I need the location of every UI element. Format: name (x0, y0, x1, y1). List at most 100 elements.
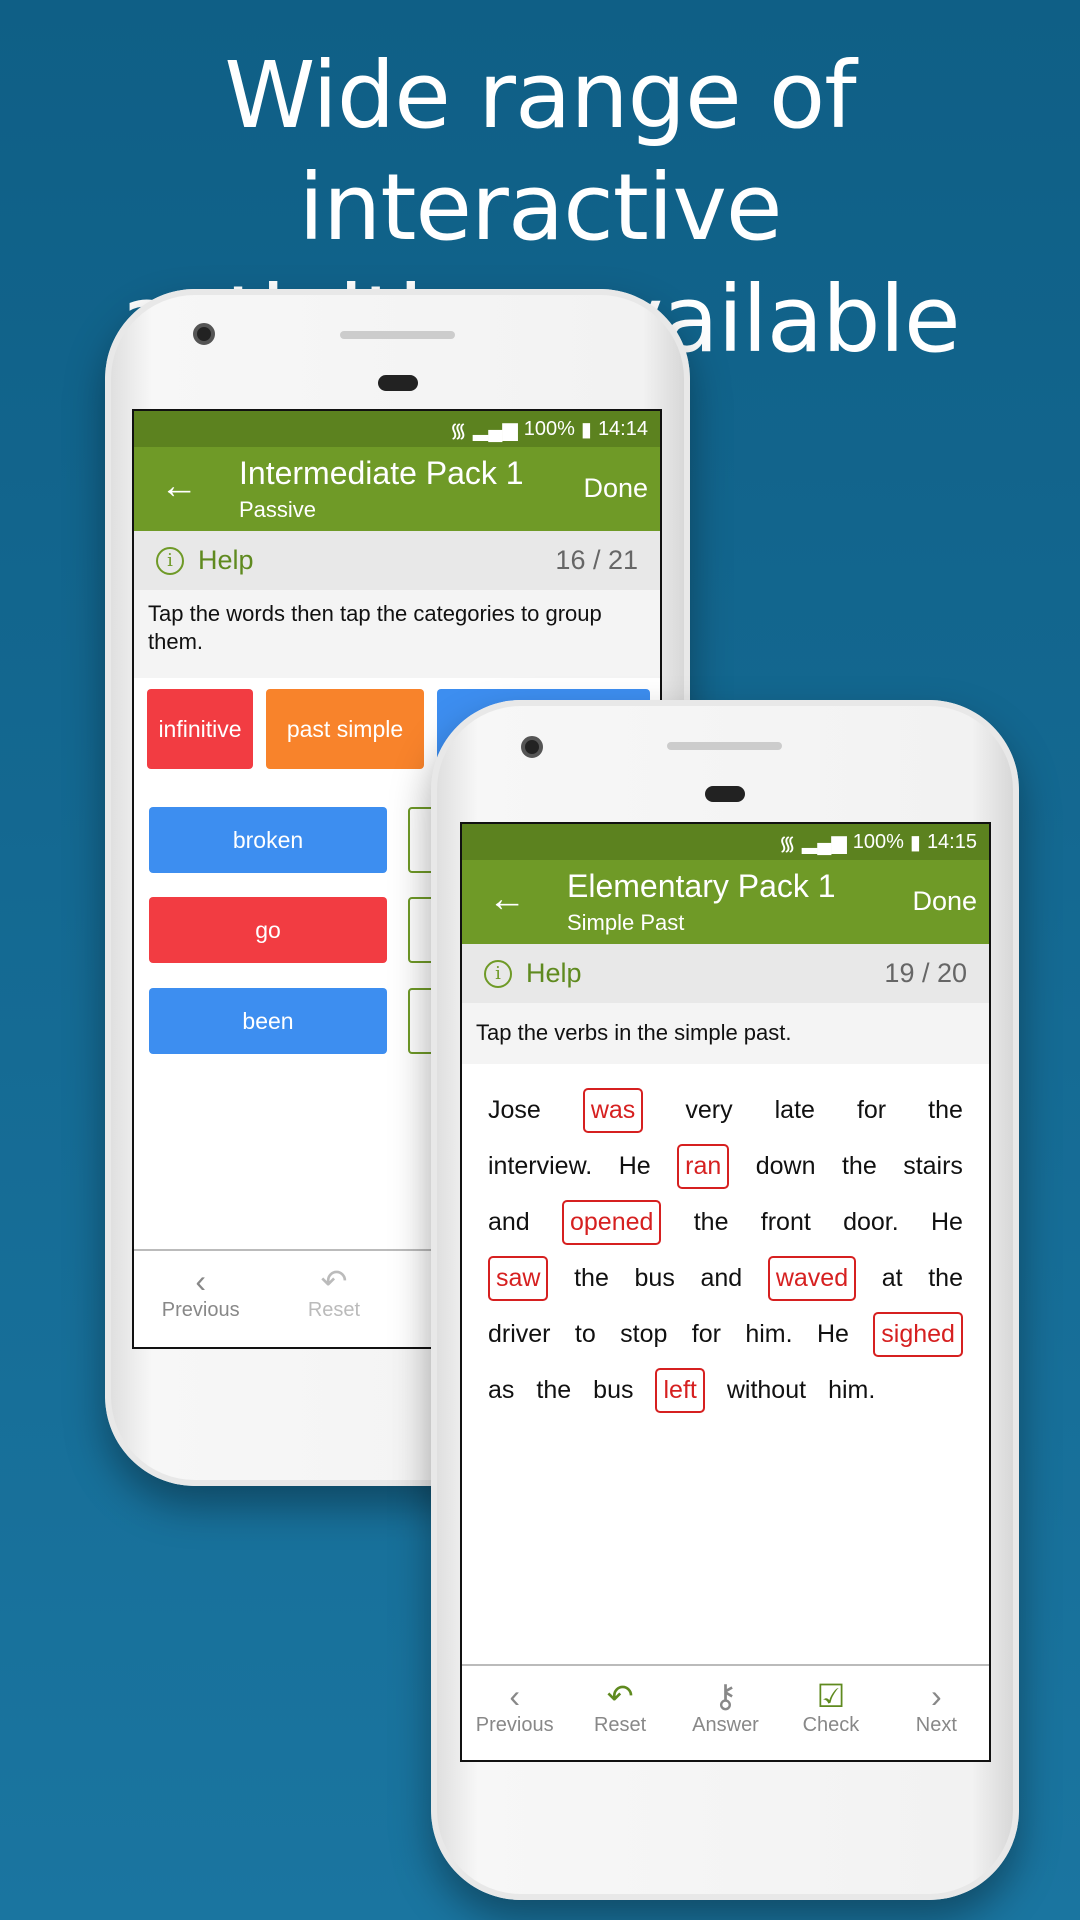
done-button[interactable]: Done (912, 886, 977, 917)
nav-label: Next (915, 1714, 957, 1736)
nav-label: Reset (307, 1299, 361, 1321)
nav-label: Previous (161, 1299, 240, 1321)
word[interactable]: to (575, 1320, 596, 1349)
page-subtitle: Simple Past (567, 910, 685, 935)
nav-check[interactable]: ☑ Check (778, 1666, 883, 1760)
word[interactable]: as (488, 1376, 514, 1405)
info-icon[interactable]: i (484, 959, 512, 988)
category-button[interactable]: past simple (266, 689, 424, 769)
key-icon: ⚷ (713, 1678, 738, 1714)
help-button[interactable]: Help (526, 958, 582, 989)
info-icon[interactable]: i (156, 546, 184, 575)
word[interactable]: He (817, 1320, 849, 1349)
word[interactable]: stop (620, 1320, 667, 1349)
word[interactable]: him. (745, 1320, 792, 1349)
word[interactable]: interview. (488, 1152, 592, 1181)
progress-counter: 19 / 20 (884, 958, 967, 988)
signal-icon: ▂▄▆ (472, 418, 518, 441)
nav-reset[interactable]: ↶ Reset (267, 1251, 400, 1347)
passage-line: interview. He ran down the stairs (488, 1138, 963, 1194)
nav-next[interactable]: › Next (884, 1666, 989, 1760)
help-button[interactable]: Help (198, 545, 254, 576)
clock: 14:14 (597, 417, 648, 440)
selected-word[interactable]: left (655, 1367, 705, 1413)
word[interactable]: late (775, 1096, 815, 1125)
status-bar: ᯾ ▂▄▆ 100% ▮ 14:14 (134, 411, 660, 447)
word[interactable]: the (574, 1264, 609, 1293)
word[interactable]: stairs (903, 1152, 963, 1181)
app-bar: ← Elementary Pack 1 Simple Past Done (462, 860, 989, 944)
word[interactable]: Jose (488, 1096, 541, 1125)
word[interactable]: bus (635, 1264, 675, 1293)
word[interactable]: front (761, 1208, 811, 1237)
passage: Jose was very late for the interview. He ran down… (462, 1064, 989, 1418)
word[interactable]: very (685, 1096, 732, 1125)
word[interactable]: for (692, 1320, 721, 1349)
wifi-icon: ᯾ (778, 832, 796, 855)
word-button[interactable]: go (149, 897, 387, 963)
word[interactable]: at (882, 1264, 903, 1293)
word[interactable]: the (536, 1376, 571, 1405)
app-bar: ← Intermediate Pack 1 Passive Done (134, 447, 660, 531)
word[interactable]: He (931, 1208, 963, 1237)
word[interactable]: without (727, 1376, 806, 1405)
word[interactable]: the (928, 1264, 963, 1293)
phone-front: ᯾ ▂▄▆ 100% ▮ 14:15 ← Elementary Pack 1 Simpl… (431, 700, 1019, 1900)
nav-label: Answer (692, 1714, 759, 1736)
back-arrow-icon[interactable]: ← (160, 465, 198, 508)
word[interactable]: the (694, 1208, 729, 1237)
progress-counter: 16 / 21 (555, 545, 638, 575)
back-arrow-icon[interactable]: ← (488, 878, 526, 921)
word[interactable]: down (756, 1152, 816, 1181)
speaker (667, 742, 782, 750)
selected-word[interactable]: was (582, 1087, 644, 1133)
selected-word[interactable]: ran (677, 1143, 730, 1189)
page-title: Intermediate Pack 1 (239, 455, 524, 491)
page-subtitle: Passive (239, 497, 317, 522)
word[interactable]: for (857, 1096, 886, 1125)
screen: ᯾ ▂▄▆ 100% ▮ 14:15 ← Elementary Pack 1 Simpl… (460, 822, 991, 1762)
camera (193, 323, 215, 345)
selected-word[interactable]: saw (488, 1255, 549, 1301)
battery-icon: ▮ (580, 418, 592, 441)
page-title: Elementary Pack 1 (567, 868, 836, 904)
checkbox-icon: ☑ (816, 1678, 846, 1714)
category-button[interactable]: infinitive (147, 689, 253, 769)
word[interactable]: the (842, 1152, 877, 1181)
selected-word[interactable]: waved (767, 1255, 857, 1301)
word[interactable]: bus (593, 1376, 633, 1405)
nav-previous[interactable]: ‹ Previous (134, 1251, 267, 1347)
word[interactable]: He (619, 1152, 651, 1181)
instruction-text: Tap the words then tap the categories to… (134, 590, 660, 678)
done-button[interactable]: Done (583, 473, 648, 504)
bottom-nav: ‹ Previous ↶ Reset ⚷ Answer ☑ Check › Next (462, 1664, 989, 1760)
headline-line-1: Wide range of interactive (224, 42, 856, 261)
word[interactable]: and (488, 1208, 530, 1237)
nav-previous[interactable]: ‹ Previous (462, 1666, 567, 1760)
nav-label: Check (802, 1714, 860, 1736)
battery-level: 100% (852, 830, 904, 853)
battery-level: 100% (523, 417, 575, 440)
nav-answer[interactable]: ⚷Answer (673, 1666, 778, 1760)
camera (521, 736, 543, 758)
passage-line: saw the bus and waved at the (488, 1250, 963, 1306)
word-button[interactable]: been (149, 988, 387, 1054)
nav-label: Previous (475, 1714, 554, 1736)
chevron-right-icon: › (931, 1678, 942, 1714)
word[interactable]: door. (843, 1208, 899, 1237)
nav-reset[interactable]: ↶ Reset (567, 1666, 672, 1760)
word[interactable]: driver (488, 1320, 551, 1349)
sensor (705, 786, 745, 802)
passage-line: Jose was very late for the (488, 1082, 963, 1138)
passage-line: as the bus left without him. (488, 1362, 963, 1418)
status-bar: ᯾ ▂▄▆ 100% ▮ 14:15 (462, 824, 989, 860)
word[interactable]: the (928, 1096, 963, 1125)
word-button[interactable]: broken (149, 807, 387, 873)
selected-word[interactable]: opened (562, 1199, 662, 1245)
undo-icon: ↶ (606, 1678, 634, 1714)
word[interactable]: him. (828, 1376, 875, 1405)
speaker (340, 331, 455, 339)
passage-line: driver to stop for him. He sighed (488, 1306, 963, 1362)
word[interactable]: and (700, 1264, 742, 1293)
selected-word[interactable]: sighed (873, 1311, 963, 1357)
